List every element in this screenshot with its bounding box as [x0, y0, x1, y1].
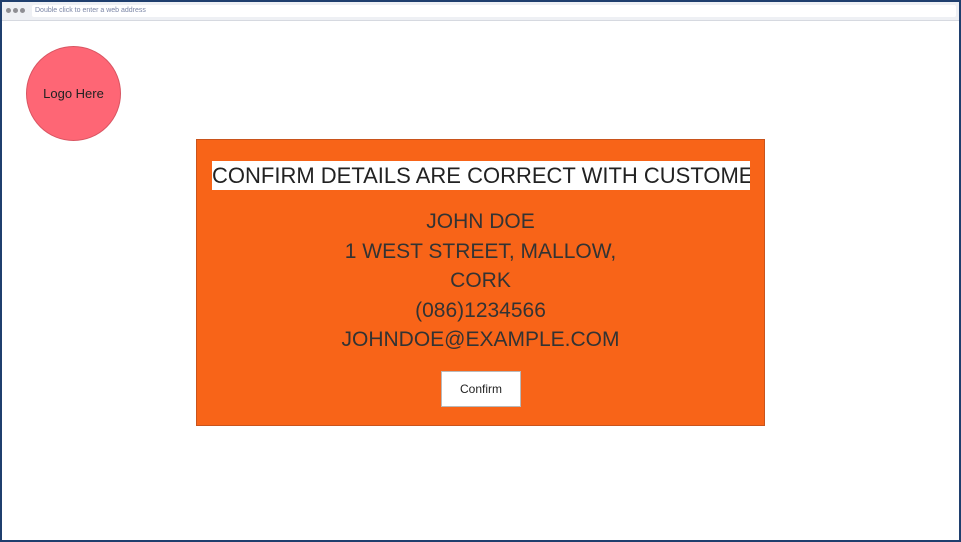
- browser-window: Double click to enter a web address Logo…: [0, 0, 961, 542]
- address-bar[interactable]: Double click to enter a web address: [32, 5, 956, 17]
- customer-address-line2: CORK: [450, 269, 511, 292]
- logo-placeholder: Logo Here: [26, 46, 121, 141]
- window-control-dot[interactable]: [20, 8, 25, 13]
- window-control-dot[interactable]: [6, 8, 11, 13]
- confirm-button[interactable]: Confirm: [441, 371, 521, 407]
- logo-label: Logo Here: [43, 86, 104, 101]
- customer-phone: (086)1234566: [415, 298, 546, 322]
- browser-toolbar: Double click to enter a web address: [2, 2, 959, 21]
- window-control-dot[interactable]: [13, 8, 18, 13]
- customer-name: JOHN DOE: [426, 210, 535, 233]
- customer-email: JOHNDOE@EXAMPLE.COM: [341, 328, 620, 351]
- confirm-details-panel: CONFIRM DETAILS ARE CORRECT WITH CUSTOME…: [196, 139, 765, 426]
- window-controls: [6, 8, 25, 13]
- confirm-heading: CONFIRM DETAILS ARE CORRECT WITH CUSTOME…: [212, 161, 750, 190]
- customer-address-line1: 1 WEST STREET, MALLOW,: [344, 239, 617, 263]
- customer-details: JOHN DOE 1 WEST STREET, MALLOW, CORK (08…: [197, 207, 764, 355]
